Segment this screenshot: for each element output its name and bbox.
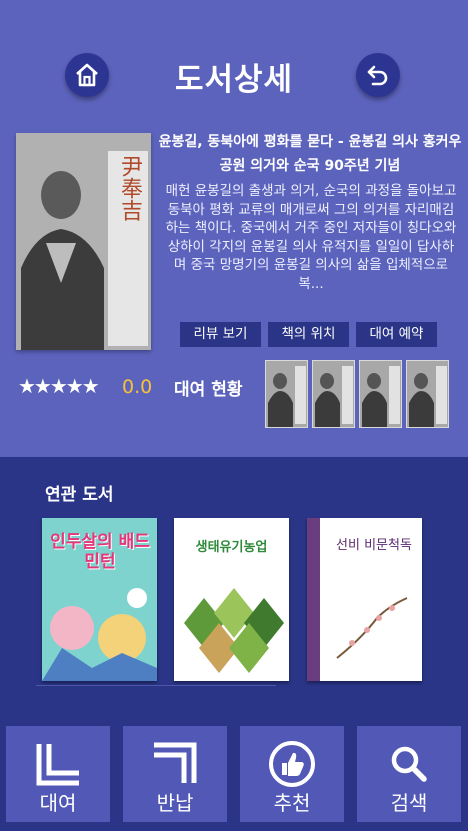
nav-rent-label: 대여 bbox=[39, 791, 77, 815]
rental-copy-thumbnail[interactable] bbox=[359, 360, 402, 428]
back-button[interactable] bbox=[356, 53, 400, 97]
related-books-label: 연관 도서 bbox=[45, 485, 114, 505]
nav-return-button[interactable]: 반납 bbox=[123, 726, 227, 822]
related-book-3-title: 선비 비문척독 bbox=[336, 538, 412, 553]
rental-copy-thumbnail[interactable] bbox=[265, 360, 308, 428]
book-location-button[interactable]: 책의 위치 bbox=[268, 322, 349, 347]
related-book-1[interactable]: 인두살의 배드민턴 bbox=[42, 518, 157, 681]
review-button[interactable]: 리뷰 보기 bbox=[180, 322, 261, 347]
rental-copy-thumbnail[interactable] bbox=[406, 360, 449, 428]
book-title: 윤봉길, 동북아에 평화를 묻다 - 윤봉길 의사 홍커우 공원 의거와 순국 … bbox=[158, 134, 462, 174]
related-book-2-title: 생태유기농업 bbox=[195, 540, 268, 555]
book-description: 매헌 윤봉길의 출생과 의거, 순국의 과정을 돌아보고 동북아 평화 교류의 … bbox=[165, 183, 457, 292]
related-book-3[interactable]: 선비 비문척독 bbox=[307, 518, 422, 681]
nav-search-label: 검색 bbox=[390, 791, 428, 815]
thumbs-up-icon bbox=[269, 741, 315, 787]
book-cover-title: 尹奉吉 bbox=[117, 155, 142, 221]
nav-search-button[interactable]: 검색 bbox=[357, 726, 461, 822]
rating-stars: ★★★★★ bbox=[18, 374, 100, 398]
search-icon bbox=[391, 746, 427, 782]
nav-return-label: 반납 bbox=[156, 791, 194, 815]
related-book-2[interactable]: 생태유기농업 bbox=[174, 518, 289, 681]
return-icon bbox=[154, 742, 197, 783]
related-book-1-title: 인두살의 배드민턴 bbox=[50, 532, 150, 572]
nav-rent-button[interactable]: 대여 bbox=[6, 726, 110, 822]
rating-value: 0.0 bbox=[122, 376, 153, 398]
back-icon bbox=[367, 65, 388, 86]
related-divider bbox=[36, 685, 276, 686]
rental-status-label: 대여 현황 bbox=[174, 380, 243, 400]
nav-recommend-label: 추천 bbox=[273, 791, 311, 815]
reserve-button[interactable]: 대여 예약 bbox=[356, 322, 437, 347]
book-cover: 尹奉吉 bbox=[16, 133, 151, 350]
nav-recommend-button[interactable]: 추천 bbox=[240, 726, 344, 822]
rent-icon bbox=[36, 744, 79, 786]
rental-copy-thumbnail[interactable] bbox=[312, 360, 355, 428]
